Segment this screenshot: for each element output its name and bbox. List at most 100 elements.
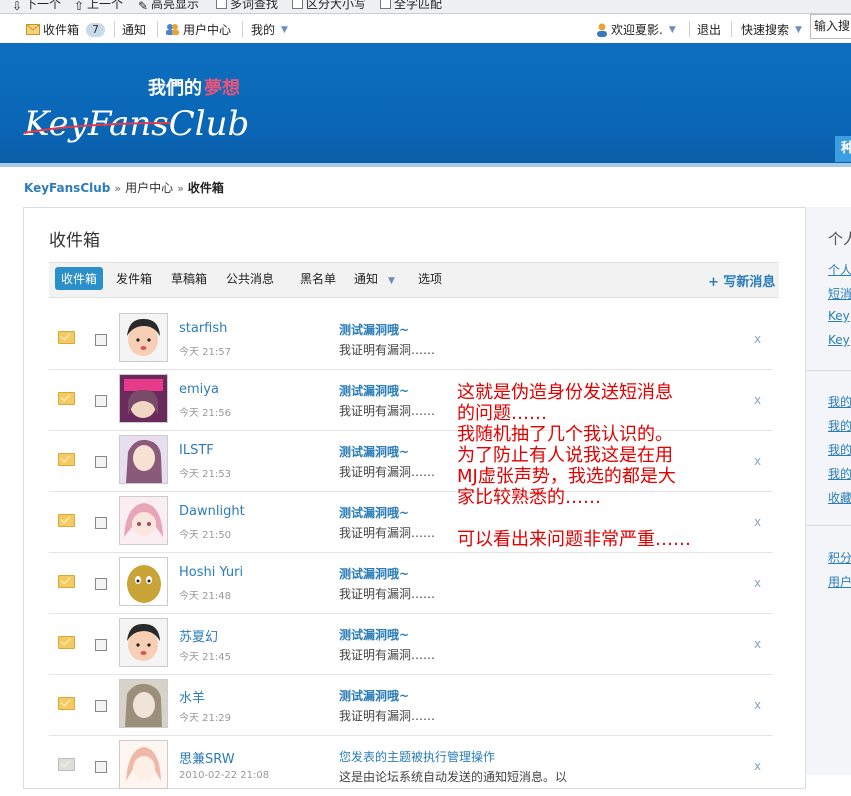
message-row[interactable]: 苏夏幻 今天 21:45 测试漏洞哦~ 我证明有漏洞…… x [49, 613, 773, 675]
tab-public-messages[interactable]: 公共消息 [226, 270, 274, 287]
sender-name[interactable]: ILSTF [179, 443, 214, 458]
message-subject[interactable]: 测试漏洞哦~ [339, 565, 409, 582]
select-checkbox[interactable] [95, 334, 107, 346]
multi-word-checkbox[interactable]: 多词查找 [216, 0, 278, 12]
message-subject[interactable]: 测试漏洞哦~ [339, 626, 409, 643]
annotation-line: 的问题…… [457, 403, 547, 424]
user-center-link[interactable]: 用户中心 [165, 21, 231, 38]
arrow-up-icon: ⇧ [74, 0, 85, 13]
banner-tab[interactable]: 种 [835, 136, 851, 162]
sidebar-link[interactable]: 用户 [828, 573, 851, 590]
annotation-line: MJ虚张声势，我选的都是大 [457, 466, 676, 487]
delete-button[interactable]: x [754, 393, 761, 407]
avatar[interactable] [119, 313, 168, 362]
sender-name[interactable]: 思兼SRW [179, 748, 235, 767]
message-row[interactable]: Hoshi Yuri 今天 21:48 测试漏洞哦~ 我证明有漏洞…… x [49, 552, 773, 614]
avatar[interactable] [119, 679, 168, 728]
page-title: 收件箱 [49, 231, 100, 251]
sidebar-link[interactable]: 我的 [828, 441, 851, 458]
delete-button[interactable]: x [754, 515, 761, 529]
select-checkbox[interactable] [95, 395, 107, 407]
quick-search-label: 快速搜索 [741, 23, 790, 37]
logout-link[interactable]: 退出 [697, 21, 721, 38]
sidebar-link[interactable]: 我的 [828, 465, 851, 482]
tab-inbox[interactable]: 收件箱 [55, 267, 104, 290]
sender-name[interactable]: starfish [179, 321, 227, 336]
avatar[interactable] [119, 557, 168, 606]
message-row[interactable]: 水羊 今天 21:29 测试漏洞哦~ 我证明有漏洞…… x [49, 674, 773, 736]
sidebar-link[interactable]: 个人 [828, 261, 851, 278]
inbox-link-label: 收件箱 [43, 23, 80, 37]
sender-name[interactable]: Dawnlight [179, 504, 245, 519]
sender-name[interactable]: emiya [179, 382, 219, 397]
sidebar-link[interactable]: Key [828, 333, 851, 347]
select-checkbox[interactable] [95, 761, 107, 773]
site-logo[interactable]: 我們的 夢想 KeyFansClub [20, 63, 290, 173]
annotation-line: 为了防止有人说我这是在用 [457, 445, 673, 466]
match-case-label: 区分大小写 [306, 0, 367, 11]
avatar[interactable] [119, 740, 168, 789]
sidebar-link[interactable]: 积分 [828, 549, 851, 566]
user-center-label: 用户中心 [183, 23, 232, 37]
welcome-user-menu[interactable]: 欢迎夏影. ▼ [596, 21, 676, 38]
annotation-line: 这就是伪造身份发送短消息 [457, 382, 673, 403]
breadcrumb-separator: » [177, 182, 184, 195]
breadcrumb-home[interactable]: KeyFansClub [24, 181, 110, 195]
select-checkbox[interactable] [95, 517, 107, 529]
delete-button[interactable]: x [754, 332, 761, 346]
message-time: 今天 21:57 [179, 347, 231, 358]
tab-blacklist[interactable]: 黑名单 [300, 270, 336, 287]
delete-button[interactable]: x [754, 759, 761, 773]
highlight-button[interactable]: ✎ 高亮显示 [138, 0, 199, 13]
sidebar-link[interactable]: 我的 [828, 417, 851, 434]
message-subject[interactable]: 测试漏洞哦~ [339, 443, 409, 460]
inbox-link[interactable]: 收件箱 7 [26, 21, 106, 38]
unread-envelope-icon [58, 331, 75, 344]
sender-name[interactable]: 苏夏幻 [179, 626, 218, 645]
find-prev-button[interactable]: ⇧ 上一个 [74, 0, 123, 13]
select-checkbox[interactable] [95, 639, 107, 651]
sidebar-link[interactable]: Key [828, 309, 851, 323]
message-time: 今天 21:29 [179, 713, 231, 724]
message-preview: 我证明有漏洞…… [339, 709, 436, 723]
message-row[interactable]: starfish 今天 21:57 测试漏洞哦~ 我证明有漏洞…… x [49, 308, 773, 370]
tab-outbox[interactable]: 发件箱 [116, 270, 152, 287]
breadcrumb-user-center[interactable]: 用户中心 [125, 181, 173, 195]
delete-button[interactable]: x [754, 576, 761, 590]
tab-options[interactable]: 选项 [418, 270, 442, 287]
message-subject[interactable]: 测试漏洞哦~ [339, 504, 409, 521]
message-subject[interactable]: 测试漏洞哦~ [339, 321, 409, 338]
message-subject[interactable]: 测试漏洞哦~ [339, 687, 409, 704]
avatar[interactable] [119, 435, 168, 484]
sidebar-link[interactable]: 收藏 [828, 489, 851, 506]
quick-search-dropdown[interactable]: 快速搜索 ▼ [741, 21, 802, 38]
message-subject[interactable]: 测试漏洞哦~ [339, 382, 409, 399]
select-checkbox[interactable] [95, 456, 107, 468]
delete-button[interactable]: x [754, 454, 761, 468]
mine-label: 我的 [251, 23, 276, 37]
sidebar-link[interactable]: 我的 [828, 393, 851, 410]
sender-name[interactable]: 水羊 [179, 687, 205, 706]
select-checkbox[interactable] [95, 700, 107, 712]
tab-notifications[interactable]: 通知 ▼ [354, 270, 395, 287]
sender-name[interactable]: Hoshi Yuri [179, 565, 243, 580]
sidebar-link[interactable]: 短消 [828, 285, 851, 302]
avatar[interactable] [119, 496, 168, 545]
avatar[interactable] [119, 374, 168, 423]
find-next-button[interactable]: ⇩ 下一个 [12, 0, 61, 13]
message-subject[interactable]: 您发表的主题被执行管理操作 [339, 748, 495, 765]
message-row[interactable]: 思兼SRW 2010-02-22 21:08 您发表的主题被执行管理操作 这是由… [49, 735, 773, 796]
whole-word-checkbox[interactable]: 全字匹配 [380, 0, 442, 12]
notify-link[interactable]: 通知 [122, 21, 146, 38]
compose-message-button[interactable]: + 写新消息 [708, 271, 775, 290]
highlighter-icon: ✎ [138, 0, 149, 13]
select-checkbox[interactable] [95, 578, 107, 590]
tab-drafts[interactable]: 草稿箱 [171, 270, 207, 287]
mine-dropdown[interactable]: 我的 ▼ [251, 21, 288, 38]
avatar[interactable] [119, 618, 168, 667]
delete-button[interactable]: x [754, 637, 761, 651]
annotation-text: 这就是伪造身份发送短消息 的问题…… 我随机抽了几个我认识的。 为了防止有人说我… [457, 382, 691, 550]
delete-button[interactable]: x [754, 698, 761, 712]
match-case-checkbox[interactable]: 区分大小写 [292, 0, 366, 12]
quick-search-input[interactable]: 输入搜 [810, 14, 851, 39]
